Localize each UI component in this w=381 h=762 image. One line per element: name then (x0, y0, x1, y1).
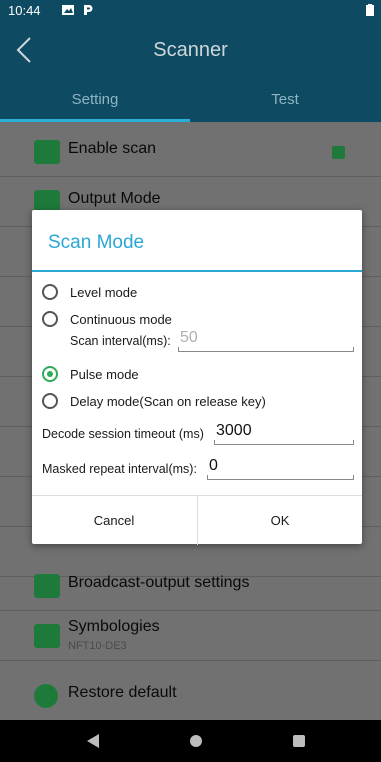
tab-setting[interactable]: Setting (0, 78, 190, 122)
option-level-mode[interactable]: Level mode (42, 282, 137, 302)
option-pulse-mode[interactable]: Pulse mode (42, 364, 139, 384)
battery-icon (366, 4, 374, 16)
option-delay-mode[interactable]: Delay mode(Scan on release key) (42, 391, 266, 411)
radio-button[interactable] (42, 284, 58, 300)
setting-sublabel: NFT10-DE3 (68, 640, 127, 652)
scan-mode-dialog: Scan Mode Level mode Continuous mode Sca… (32, 210, 362, 545)
scan-icon (34, 140, 60, 164)
setting-broadcast-output[interactable]: Broadcast-output settings (0, 560, 381, 611)
ok-button[interactable]: OK (197, 496, 362, 545)
radio-button[interactable] (42, 393, 58, 409)
dialog-divider (32, 270, 362, 272)
setting-label: Symbologies (68, 618, 160, 635)
nav-home-icon[interactable] (190, 735, 202, 747)
masked-repeat-value: 0 (209, 457, 218, 474)
output-icon (34, 574, 60, 598)
scan-interval-label: Scan interval(ms): (70, 334, 171, 348)
setting-label: Output Mode (68, 190, 161, 207)
radio-button-selected[interactable] (42, 366, 58, 382)
option-label: Level mode (70, 284, 138, 300)
enable-scan-checkbox[interactable] (332, 146, 345, 159)
nav-recents-icon[interactable] (293, 735, 305, 747)
app-bar: Scanner (0, 22, 381, 78)
masked-repeat-input[interactable]: 0 (207, 457, 354, 480)
nav-back-icon[interactable] (87, 734, 99, 748)
scan-interval-input[interactable]: 50 (178, 329, 354, 352)
option-label: Delay mode(Scan on release key) (70, 393, 266, 409)
tab-bar: Setting Test (0, 78, 381, 122)
system-nav-bar (0, 720, 381, 762)
decode-timeout-input[interactable]: 3000 (214, 422, 354, 445)
masked-repeat-label: Masked repeat interval(ms): (42, 462, 197, 476)
status-time: 10:44 (8, 3, 41, 18)
setting-label: Enable scan (68, 140, 157, 157)
option-label: Pulse mode (70, 366, 139, 382)
option-label: Continuous mode (70, 311, 172, 327)
decode-timeout-label: Decode session timeout (ms) (42, 427, 204, 441)
setting-label: Broadcast-output settings (68, 574, 250, 591)
image-notification-icon (62, 5, 74, 15)
dialog-title: Scan Mode (48, 232, 145, 253)
setting-symbologies[interactable]: Symbologies NFT10-DE3 (0, 610, 381, 661)
dialog-button-bar: Cancel OK (32, 495, 362, 545)
sliders-icon (34, 624, 60, 648)
tab-test[interactable]: Test (190, 78, 380, 122)
option-continuous-mode[interactable]: Continuous mode (42, 309, 172, 329)
setting-label: Restore default (68, 684, 177, 701)
radio-button[interactable] (42, 311, 58, 327)
decode-timeout-value: 3000 (216, 422, 252, 439)
cancel-button[interactable]: Cancel (32, 496, 196, 545)
clock-icon (34, 684, 58, 708)
p-notification-icon (84, 5, 93, 15)
setting-restore-default[interactable]: Restore default (0, 670, 381, 720)
scan-interval-value: 50 (180, 329, 198, 346)
setting-enable-scan[interactable]: Enable scan (0, 126, 381, 177)
page-title: Scanner (153, 39, 228, 61)
status-bar: 10:44 (0, 0, 381, 22)
